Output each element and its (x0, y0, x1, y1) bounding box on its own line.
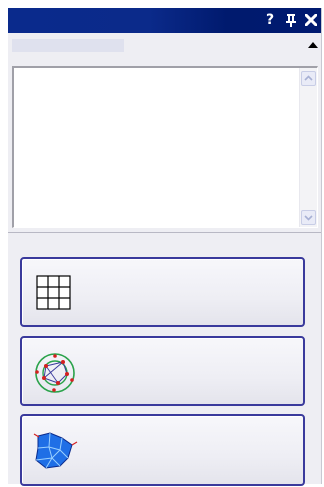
scroll-down-icon[interactable] (301, 210, 316, 225)
circle-points-tool-button[interactable] (20, 336, 305, 406)
section-label-bar (12, 39, 124, 52)
blue-mesh-icon (32, 428, 78, 474)
scroll-up-icon[interactable] (301, 71, 316, 86)
text-area[interactable] (12, 66, 318, 228)
pin-icon[interactable] (284, 11, 298, 29)
collapse-arrow-icon[interactable] (308, 42, 318, 48)
close-icon[interactable] (303, 11, 319, 29)
vertical-scrollbar[interactable] (299, 68, 317, 227)
text-area-content[interactable] (14, 68, 300, 227)
circle-points-icon (32, 350, 78, 396)
title-bar[interactable]: ? (8, 8, 321, 33)
tool-panel: ? (8, 8, 322, 486)
mesh-tool-button[interactable] (20, 414, 305, 486)
help-button[interactable]: ? (263, 11, 277, 29)
grid-icon (32, 271, 78, 317)
collapse-section-header[interactable] (8, 36, 321, 56)
grid-tool-button[interactable] (20, 257, 305, 327)
section-divider (8, 232, 321, 238)
